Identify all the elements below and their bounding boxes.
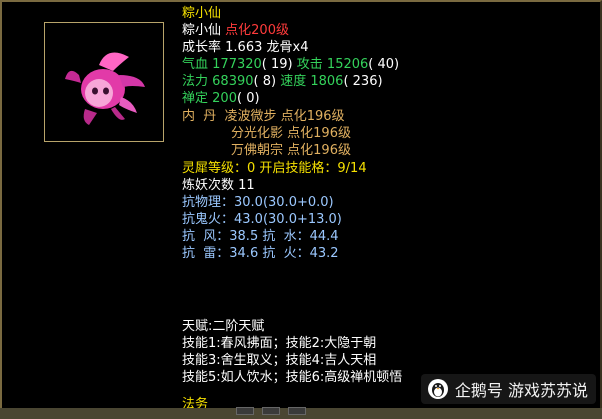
- resist-fire-label: 抗 火：: [262, 246, 309, 261]
- spd-points: ( 236): [343, 74, 382, 89]
- inner-pill-level: 点化196级: [287, 126, 351, 141]
- resist-wind-water: 抗 风：38.5 抗 水：44.4: [182, 228, 339, 245]
- pet-enhance-level: 点化200级: [225, 23, 289, 38]
- zen-value: 200: [212, 91, 237, 106]
- resist-wind-value: 38.5: [229, 229, 258, 244]
- inner-pill-name: 万佛朝宗: [231, 143, 283, 158]
- skill-slot-icon: [236, 407, 254, 415]
- growth-extra: 龙骨x4: [267, 40, 309, 55]
- spd-value: 1806: [310, 74, 343, 89]
- resist-ghost-fire: 抗鬼火：43.0(30.0+13.0): [182, 211, 342, 228]
- inner-pill-label: 内 丹: [182, 109, 216, 124]
- resist-wind-label: 抗 风：: [182, 229, 229, 244]
- zen-points: ( 0): [237, 91, 260, 106]
- atk-value: 15206: [327, 57, 368, 72]
- skill-slot-icon: [288, 407, 306, 415]
- pet-portrait-frame: [44, 22, 164, 142]
- skill-line-1: 技能1:春风拂面；技能2:大隐于朝: [182, 335, 376, 352]
- growth-label: 成长率: [182, 40, 221, 55]
- skill-line-2: 技能3:舍生取义；技能4:吉人天相: [182, 352, 376, 369]
- mp-points: ( 8): [254, 74, 277, 89]
- spd-label: 速度: [280, 74, 306, 89]
- inner-pill-row-3: 万佛朝宗 点化196级: [231, 142, 351, 159]
- lingxi-level: 灵犀等级：0 开启技能格：9/14: [182, 160, 367, 177]
- zen-row: 禅定 200( 0): [182, 90, 260, 107]
- hp-atk-row: 气血 177320( 19) 攻击 15206( 40): [182, 56, 399, 73]
- watermark-text: 企鹅号 游戏苏苏说: [455, 377, 588, 401]
- pet-header-name: 粽小仙: [182, 6, 221, 21]
- resist-water-label: 抗 水：: [262, 229, 309, 244]
- pet-name: 粽小仙: [182, 23, 221, 38]
- penguin-logo-icon: [427, 378, 449, 400]
- growth-row: 成长率 1.663 龙骨x4: [182, 39, 308, 56]
- pet-sprite-icon: [59, 35, 151, 131]
- inner-pill-row-1: 内 丹 凌波微步 点化196级: [182, 108, 345, 125]
- resist-fire-value: 43.2: [310, 246, 339, 261]
- watermark: 企鹅号 游戏苏苏说: [421, 374, 596, 404]
- skill-slot-icon: [262, 407, 280, 415]
- pet-name-row: 粽小仙 点化200级: [182, 22, 289, 39]
- refine-count: 炼妖次数 11: [182, 177, 255, 194]
- atk-label: 攻击: [297, 57, 323, 72]
- resist-water-value: 44.4: [310, 229, 339, 244]
- mp-spd-row: 法力 68390( 8) 速度 1806( 236): [182, 73, 383, 90]
- talent-line: 天赋:二阶天赋: [182, 318, 264, 335]
- inner-pill-level: 点化196级: [281, 109, 345, 124]
- inner-pill-name: 分光化影: [231, 126, 283, 141]
- atk-points: ( 40): [368, 57, 399, 72]
- resist-thunder-fire: 抗 雷：34.6 抗 火：43.2: [182, 245, 339, 262]
- hp-points: ( 19): [262, 57, 293, 72]
- resist-thunder-label: 抗 雷：: [182, 246, 229, 261]
- resist-physical: 抗物理：30.0(30.0+0.0): [182, 194, 334, 211]
- inner-pill-row-2: 分光化影 点化196级: [231, 125, 351, 142]
- resist-thunder-value: 34.6: [229, 246, 258, 261]
- mp-label: 法力: [182, 74, 208, 89]
- inner-pill-level: 点化196级: [287, 143, 351, 158]
- hp-label: 气血: [182, 57, 208, 72]
- inner-pill-name: 凌波微步: [225, 109, 277, 124]
- pet-info-panel: 粽小仙 粽小仙 点化200级 成长率 1.663 龙骨x4 气血 177320(…: [0, 0, 602, 408]
- cut-off-text: 法务: [182, 396, 208, 408]
- zen-label: 禅定: [182, 91, 208, 106]
- mp-value: 68390: [212, 74, 253, 89]
- hp-value: 177320: [212, 57, 262, 72]
- cut-off-icons: [236, 400, 356, 408]
- growth-value: 1.663: [225, 40, 262, 55]
- skill-line-3: 技能5:如人饮水；技能6:高级禅机顿悟: [182, 369, 402, 386]
